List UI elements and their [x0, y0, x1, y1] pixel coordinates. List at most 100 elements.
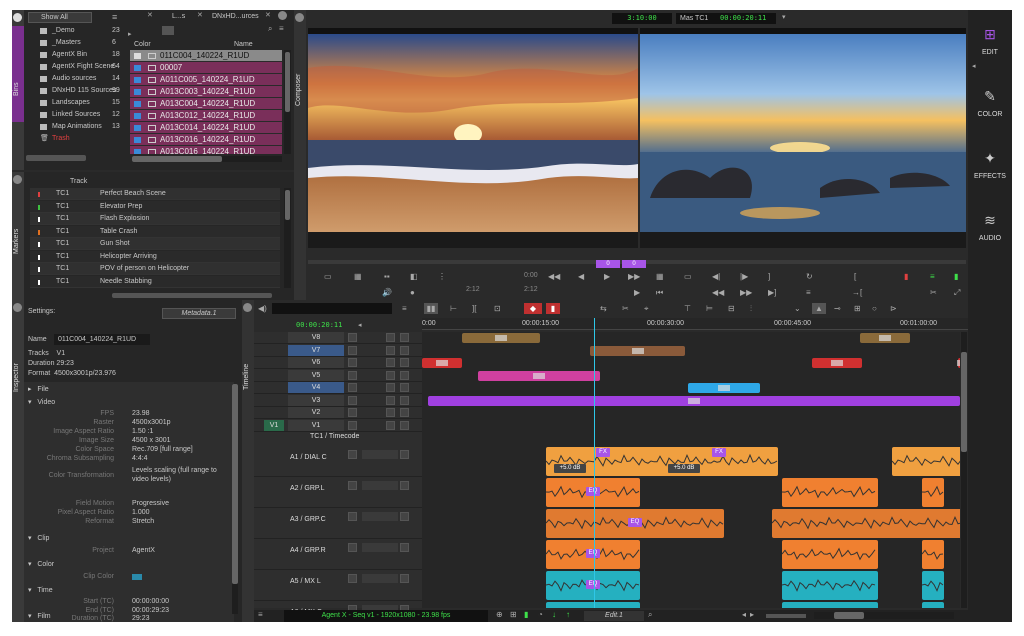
track-monitor-icon[interactable]	[400, 345, 409, 355]
timeline-vscrollbar[interactable]	[961, 332, 967, 608]
audio-record-icon[interactable]	[400, 512, 409, 521]
audio-icon[interactable]: 🔊	[382, 288, 392, 297]
audio-clip[interactable]	[892, 447, 960, 476]
audio-record-icon[interactable]	[400, 543, 409, 552]
trim-tool-icon[interactable]: ⊤	[684, 304, 691, 313]
bin-tab-close-icon[interactable]: ✕	[147, 11, 153, 19]
mark-in-out-icon[interactable]: ⋮	[438, 272, 446, 281]
split-icon[interactable]: ◧	[410, 272, 418, 281]
lift-tool-icon[interactable]: ⊢	[450, 304, 457, 313]
audio-track-name[interactable]: A3 / GRP.C	[290, 516, 326, 523]
track-mute-icon[interactable]	[386, 333, 395, 342]
track-mute-icon[interactable]	[386, 408, 395, 417]
track-name[interactable]: V8	[288, 332, 344, 343]
status-icon-5[interactable]: ↓	[552, 610, 556, 619]
gain-badge[interactable]: +5.0 dB	[668, 464, 700, 473]
audio-solo-icon[interactable]	[348, 543, 357, 552]
markers-hscrollbar[interactable]	[112, 293, 272, 298]
video-clip[interactable]	[957, 358, 960, 368]
record-marker-icon[interactable]: ▮	[904, 272, 908, 281]
select-tool-icon[interactable]: ▲	[812, 303, 826, 314]
trim-right-icon[interactable]: ▶▶	[740, 288, 752, 297]
track-monitor-icon[interactable]	[400, 408, 409, 417]
audio-record-icon[interactable]	[400, 574, 409, 583]
clip-row[interactable]: A013C003_140224_R1UD	[130, 86, 282, 98]
track-lock-icon[interactable]	[348, 420, 357, 430]
markers-tab[interactable]: Markers	[12, 172, 24, 300]
bin-item[interactable]: DNxHD 115 Sources 99	[26, 85, 124, 97]
clip-row[interactable]: 011C004_140224_R1UD	[130, 50, 282, 62]
preset-dropdown[interactable]: Metadata.1	[162, 308, 236, 319]
timeline-tab[interactable]: Timeline	[242, 300, 254, 622]
bin-view-icon[interactable]	[162, 26, 174, 35]
track-monitor-icon[interactable]	[400, 333, 409, 342]
audio-solo-icon[interactable]	[348, 481, 357, 490]
marker-row[interactable]: TC1 POV of person on Helicopter	[30, 263, 280, 275]
audio-track-header[interactable]: A5 / MX L	[254, 570, 422, 601]
tool-effects-button[interactable]: ✦ EFFECTS	[968, 150, 1012, 196]
go-start-icon[interactable]: ⏮	[656, 288, 663, 298]
file-section-header[interactable]: ▸ File	[28, 385, 49, 393]
video-section-header[interactable]: ▾ Video	[28, 398, 55, 406]
track-lock-icon[interactable]	[348, 370, 357, 380]
audio-level-buttons[interactable]	[362, 512, 398, 521]
marker-row[interactable]: TC1 Elevator Prep	[30, 200, 280, 213]
composer-tab[interactable]: Composer	[294, 10, 306, 300]
bin-tab-menu-icon[interactable]	[278, 11, 287, 20]
trim-left-icon[interactable]: ◀◀	[712, 288, 724, 297]
bin-tab-1[interactable]: L...s	[172, 13, 185, 20]
splice-red-icon[interactable]: ▮	[546, 303, 560, 314]
tool-audio-button[interactable]: ≋ AUDIO	[968, 212, 1012, 258]
bin-tab-close-icon[interactable]: ✕	[265, 11, 271, 19]
speaker-icon[interactable]: ◀)	[258, 304, 267, 313]
audio-level-buttons[interactable]	[362, 450, 398, 459]
status-icon-6[interactable]: ↑	[566, 610, 570, 619]
track-lock-icon[interactable]	[348, 345, 357, 355]
segment-mode-icon[interactable]: ▮▮	[424, 303, 438, 314]
track-monitor-icon[interactable]	[400, 383, 409, 392]
track-mute-icon[interactable]	[386, 420, 395, 430]
track-mute-icon[interactable]	[386, 345, 395, 355]
record-monitor[interactable]	[640, 28, 966, 248]
trash-bin[interactable]: 🗑 Trash	[26, 133, 124, 145]
tool-color-button[interactable]: ✎ COLOR	[968, 88, 1012, 134]
mark-in-icon[interactable]: [	[854, 272, 856, 281]
clip-row[interactable]: A013C014_140224_R1UD	[130, 122, 282, 134]
inspector-scrollbar[interactable]	[232, 384, 238, 614]
track-mute-icon[interactable]	[386, 395, 395, 405]
trim-out-icon[interactable]: ▶]	[768, 288, 776, 297]
audio-track-header[interactable]: A2 / GRP.L	[254, 477, 422, 508]
bin-filter-dropdown[interactable]: Show All	[28, 12, 92, 23]
bin-item[interactable]: Audio sources 14	[26, 73, 124, 85]
audio-track-name[interactable]: A5 / MX L	[290, 578, 321, 585]
clip-row[interactable]: A013C016_140224_R1UD	[130, 146, 282, 154]
scroll-right-icon[interactable]: ▸	[128, 30, 132, 38]
multi-trim-icon[interactable]: ⊞	[854, 304, 861, 313]
bin-item[interactable]: _Demo 23	[26, 25, 124, 37]
clip-row[interactable]: A013C016_140224_R1UD	[130, 134, 282, 146]
track-lock-icon[interactable]	[348, 395, 357, 405]
snap-icon[interactable]: ⌖	[644, 304, 649, 314]
clip-row[interactable]: A013C012_140224_R1UD	[130, 110, 282, 122]
audio-solo-icon[interactable]	[348, 450, 357, 459]
marker-row[interactable]: TC1 Needle Stabbing	[30, 275, 280, 288]
status-search-icon[interactable]: ⌕	[648, 610, 652, 620]
audio-clip[interactable]	[782, 478, 878, 507]
ruler-left-arrow[interactable]: ◂	[358, 321, 362, 329]
track-mute-icon[interactable]	[386, 358, 395, 367]
fx-badge[interactable]: FX	[712, 448, 726, 457]
mark-in-indicator[interactable]: 0	[596, 260, 620, 268]
source-monitor[interactable]	[308, 28, 638, 248]
audio-track-header[interactable]: A3 / GRP.C	[254, 508, 422, 539]
align-icon[interactable]: ⊨	[706, 304, 713, 313]
eq-badge[interactable]: EQ	[628, 518, 642, 527]
zoom-in-icon[interactable]: ▸	[750, 610, 754, 619]
bin-tab-2[interactable]: DNxHD...urces	[212, 13, 259, 20]
video-clip[interactable]	[422, 358, 462, 368]
trim-mode-icon[interactable]: ⊸	[834, 304, 841, 313]
markers-scrollbar[interactable]	[284, 188, 291, 288]
film-section-header[interactable]: ▾ Film	[28, 612, 51, 620]
audio-track-name[interactable]: A2 / GRP.L	[290, 485, 325, 492]
status-menu-icon[interactable]: ≡	[258, 610, 263, 619]
video-clip[interactable]	[590, 345, 685, 356]
